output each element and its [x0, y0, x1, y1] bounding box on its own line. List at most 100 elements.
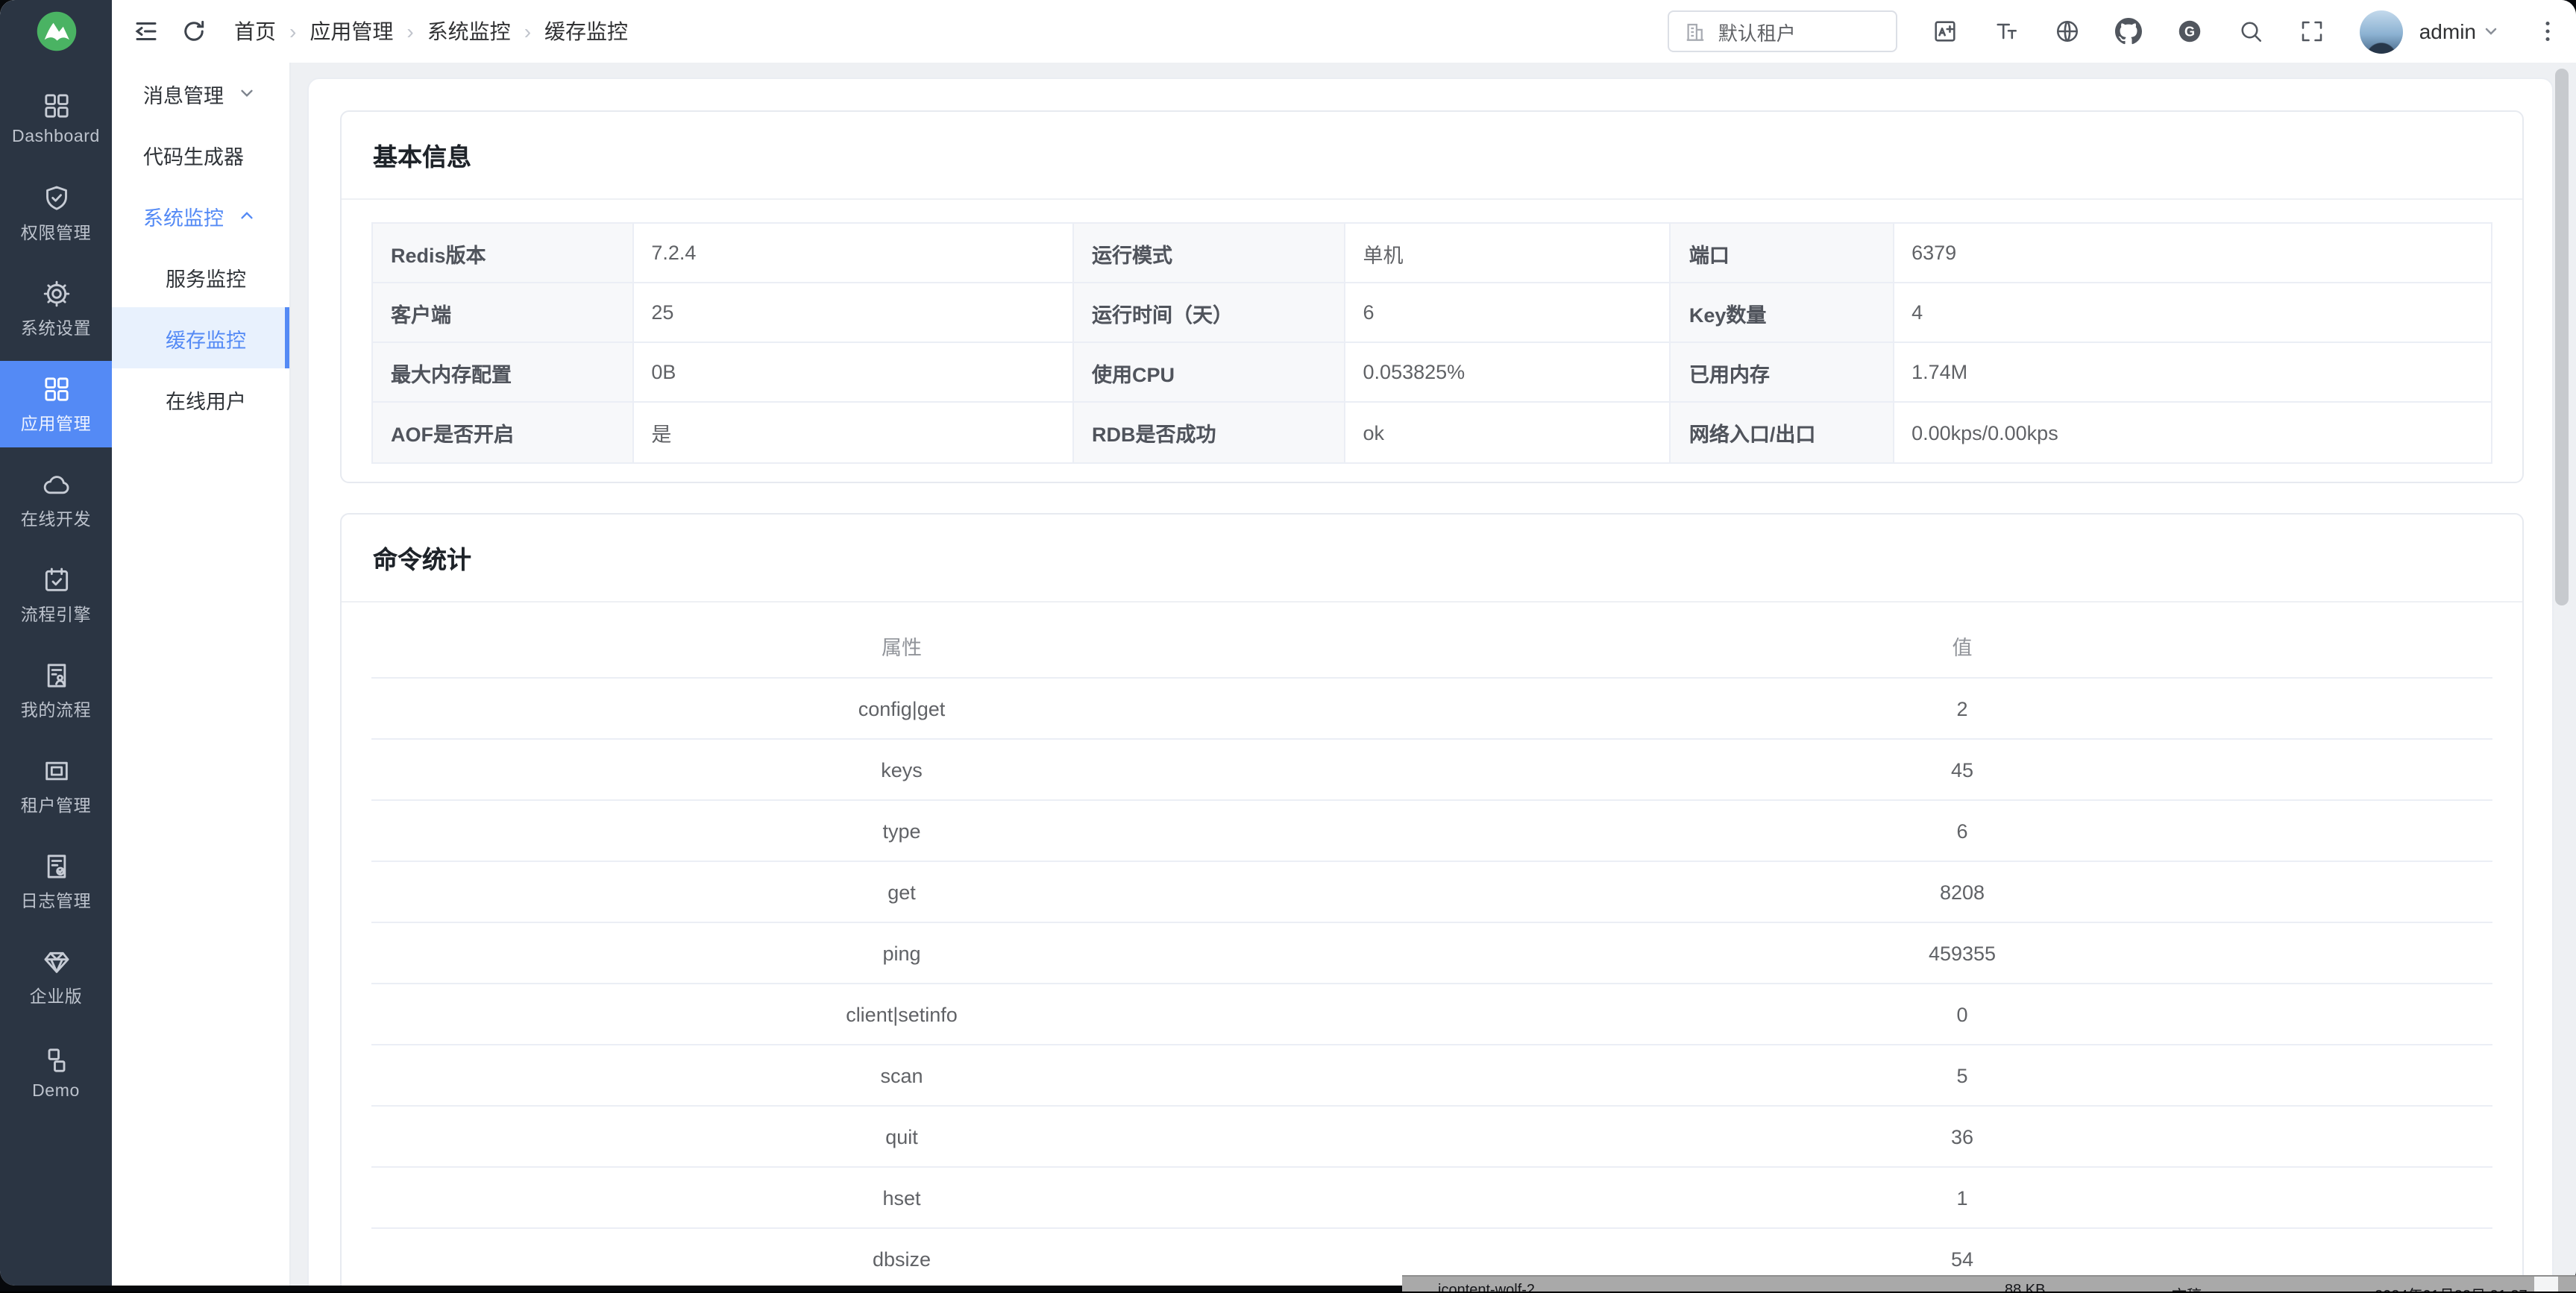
logo[interactable] — [0, 0, 112, 63]
tenant-select-value: 默认租户 — [1718, 17, 1796, 45]
info-label-cell: 端口 — [1671, 224, 1894, 283]
search-icon — [2237, 18, 2264, 45]
sidebar-item-label: 租户管理 — [21, 793, 91, 817]
chevron-down-icon — [2482, 22, 2500, 40]
breadcrumb-separator-icon: › — [289, 19, 296, 43]
kebab-menu-button[interactable] — [2534, 18, 2561, 45]
sidebar-item[interactable]: 日志管理 — [0, 838, 112, 925]
app-window: 首页›应用管理›系统监控›缓存监控 默认租户 G admin — [0, 0, 2576, 1286]
command-count: 6 — [1432, 819, 2492, 842]
command-name: get — [371, 881, 1432, 903]
fullscreen-button[interactable] — [2299, 18, 2325, 45]
command-stats-title: 命令统计 — [342, 515, 2522, 603]
menu-item[interactable]: 代码生成器 — [112, 124, 289, 185]
breadcrumb-item: 缓存监控 — [544, 16, 628, 46]
sidebar-item-label: 日志管理 — [21, 888, 91, 912]
refresh-button[interactable] — [180, 18, 207, 45]
menu-item[interactable]: 服务监控 — [112, 246, 289, 307]
info-value-cell: 0.00kps/0.00kps — [1894, 403, 2491, 462]
command-name: keys — [371, 758, 1432, 781]
sidebar-item-label: 我的流程 — [21, 697, 91, 721]
menu-item[interactable]: 在线用户 — [112, 368, 289, 430]
command-name: quit — [371, 1125, 1432, 1148]
sidebar-item-label: Dashboard — [12, 128, 100, 145]
github-button[interactable] — [2115, 18, 2142, 45]
sidebar-item[interactable]: 我的流程 — [0, 647, 112, 734]
sidebar-item[interactable]: 租户管理 — [0, 743, 112, 829]
menu-item-label: 系统监控 — [143, 201, 224, 230]
sidebar-item[interactable]: 应用管理 — [0, 361, 112, 447]
header-actions: 默认租户 G admin — [1668, 10, 2576, 53]
basic-info-table: Redis版本7.2.4运行模式单机端口6379客户端25运行时间（天）6Key… — [371, 222, 2492, 464]
info-label-cell: 运行模式 — [1074, 224, 1345, 283]
command-stats-row: ping459355 — [371, 923, 2492, 984]
column-header-attribute: 属性 — [371, 631, 1432, 661]
secondary-sidebar: 消息管理 代码生成器 系统监控 服务监控 — [112, 63, 291, 1286]
layout-size-button[interactable] — [1932, 18, 1958, 45]
command-name: config|get — [371, 697, 1432, 720]
layout-size-icon — [1932, 18, 1958, 45]
command-name: dbsize — [371, 1248, 1432, 1270]
user-menu[interactable]: admin — [2419, 19, 2500, 43]
avatar[interactable] — [2360, 10, 2403, 53]
collapse-menu-button[interactable] — [133, 18, 160, 45]
fullscreen-icon — [2299, 18, 2325, 45]
command-stats-row: client|setinfo0 — [371, 984, 2492, 1045]
sidebar-item[interactable]: 流程引擎 — [0, 552, 112, 638]
doc-user-icon — [41, 660, 71, 690]
sidebar-item-label: 应用管理 — [21, 411, 91, 435]
breadcrumb-item[interactable]: 首页 — [234, 16, 276, 46]
screen: 首页›应用管理›系统监控›缓存监控 默认租户 G admin — [0, 0, 2576, 1293]
sidebar-item[interactable]: 企业版 — [0, 934, 112, 1020]
globe-icon — [2054, 18, 2081, 45]
github-icon — [2115, 18, 2142, 45]
gitee-icon: G — [2176, 18, 2203, 45]
sidebar-item[interactable]: 权限管理 — [0, 170, 112, 257]
info-value-cell: 0.053825% — [1345, 343, 1671, 403]
gitee-button[interactable]: G — [2176, 18, 2203, 45]
font-size-button[interactable] — [1993, 18, 2020, 45]
command-name: scan — [371, 1064, 1432, 1086]
menu-item-label: 代码生成器 — [143, 139, 244, 169]
menu-item-label: 消息管理 — [143, 78, 224, 108]
breadcrumb-item[interactable]: 应用管理 — [310, 16, 393, 46]
command-stats-row: keys45 — [371, 740, 2492, 801]
info-value-cell: 4 — [1894, 283, 2491, 343]
command-name: ping — [371, 942, 1432, 964]
info-label-cell: Redis版本 — [373, 224, 633, 283]
primary-sidebar: Dashboard 权限管理 系统设置 应用管理 — [0, 63, 112, 1286]
vertical-scrollbar-thumb[interactable] — [2555, 69, 2569, 605]
tenant-select[interactable]: 默认租户 — [1668, 10, 1897, 52]
grid-icon — [41, 90, 71, 120]
menu-item[interactable]: 缓存监控 — [112, 307, 289, 368]
sidebar-item[interactable]: 在线开发 — [0, 456, 112, 543]
chevron-down-icon — [239, 85, 255, 101]
globe-button[interactable] — [2054, 18, 2081, 45]
info-value-cell: 单机 — [1345, 224, 1671, 283]
menu-item-label: 在线用户 — [166, 384, 246, 414]
doc-check-icon — [41, 851, 71, 881]
info-label-cell: AOF是否开启 — [373, 403, 633, 462]
content-panel: 基本信息 Redis版本7.2.4运行模式单机端口6379客户端25运行时间（天… — [307, 78, 2554, 1286]
menu-item-label: 服务监控 — [166, 262, 246, 292]
command-stats-card: 命令统计 属性 值 config|get2keys45type6get8208p… — [340, 513, 2524, 1286]
info-label-cell: 最大内存配置 — [373, 343, 633, 403]
sidebar-item[interactable]: Demo — [0, 1029, 112, 1116]
search-button[interactable] — [2237, 18, 2264, 45]
diamond-icon — [41, 946, 71, 976]
sidebar-item[interactable]: 系统设置 — [0, 265, 112, 352]
info-value-cell: 0B — [633, 343, 1074, 403]
command-count: 459355 — [1432, 942, 2492, 964]
kebab-icon — [2534, 18, 2561, 45]
info-value-cell: 1.74M — [1894, 343, 2491, 403]
info-label-cell: 使用CPU — [1074, 343, 1345, 403]
sidebar-item[interactable]: Dashboard — [0, 75, 112, 161]
shield-check-icon — [41, 183, 71, 213]
breadcrumb-item[interactable]: 系统监控 — [427, 16, 511, 46]
menu-item[interactable]: 消息管理 — [112, 63, 289, 124]
breadcrumb-separator-icon: › — [524, 19, 531, 43]
menu-item[interactable]: 系统监控 — [112, 185, 289, 246]
command-count: 45 — [1432, 758, 2492, 781]
info-label-cell: 已用内存 — [1671, 343, 1894, 403]
info-value-cell: 是 — [633, 403, 1074, 462]
